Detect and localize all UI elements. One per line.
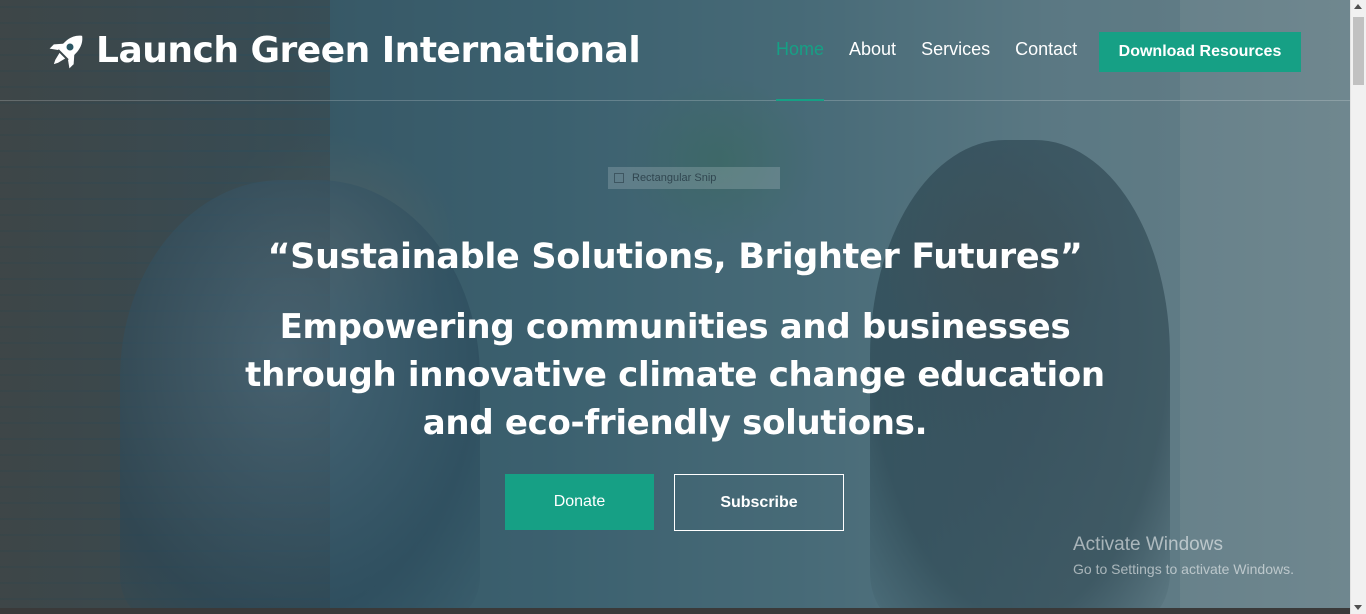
download-resources-button[interactable]: Download Resources xyxy=(1099,32,1301,72)
nav-services[interactable]: Services xyxy=(921,0,990,100)
nav-home[interactable]: Home xyxy=(776,0,825,101)
hero-actions: Donate Subscribe xyxy=(505,474,844,531)
scroll-thumb[interactable] xyxy=(1353,17,1364,85)
snip-tooltip-label: Rectangular Snip xyxy=(632,172,717,184)
vertical-scrollbar[interactable] xyxy=(1350,0,1366,614)
activate-windows-watermark: Activate Windows Go to Settings to activ… xyxy=(1073,533,1294,579)
nav-about[interactable]: About xyxy=(849,0,896,100)
watermark-subtitle: Go to Settings to activate Windows. xyxy=(1073,561,1294,577)
scroll-up-icon[interactable] xyxy=(1354,4,1362,9)
hero-headline: Empowering communities and businesses th… xyxy=(245,307,1105,443)
brand-name: Launch Green International xyxy=(96,29,641,71)
subscribe-button[interactable]: Subscribe xyxy=(674,474,844,531)
rocket-icon xyxy=(46,28,90,72)
site-header: Launch Green International Home About Se… xyxy=(0,0,1350,101)
brand-logo-link[interactable]: Launch Green International xyxy=(46,28,641,72)
hero-tagline: “Sustainable Solutions, Brighter Futures… xyxy=(267,237,1083,277)
main-nav: Home About Services Contact xyxy=(776,0,1102,101)
watermark-title: Activate Windows xyxy=(1073,534,1223,555)
donate-button[interactable]: Donate xyxy=(505,474,654,530)
nav-contact[interactable]: Contact xyxy=(1015,0,1077,100)
snip-tooltip: Rectangular Snip xyxy=(608,167,780,189)
browser-viewport: Launch Green International Home About Se… xyxy=(0,0,1366,614)
scroll-down-icon[interactable] xyxy=(1354,605,1362,610)
rectangle-icon xyxy=(614,173,624,183)
bottom-strip xyxy=(0,608,1350,614)
hero-section: “Sustainable Solutions, Brighter Futures… xyxy=(0,228,1350,447)
